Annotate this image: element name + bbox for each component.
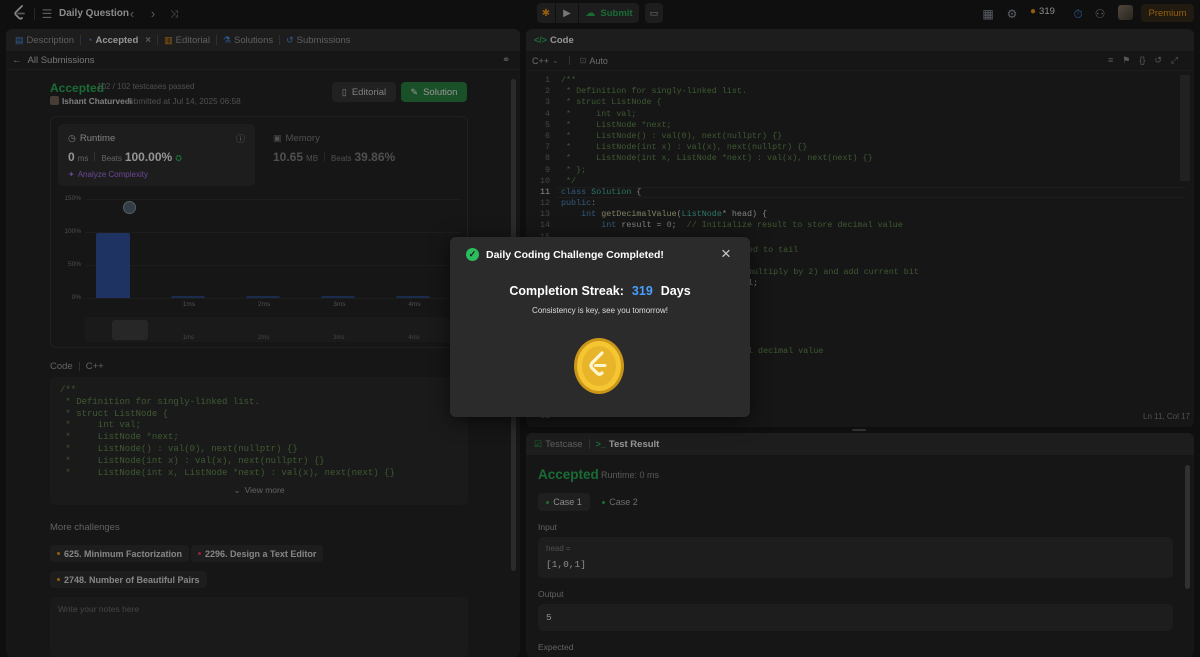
- streak-unit: Days: [660, 284, 691, 298]
- modal-title: Daily Coding Challenge Completed!: [486, 248, 664, 261]
- streak-label: Completion Streak:: [509, 284, 624, 298]
- streak-value: 319: [631, 284, 653, 298]
- modal-message: Consistency is key, see you tomorrow!: [532, 306, 668, 315]
- coin-icon: [573, 337, 625, 395]
- completion-modal: ✓ Daily Coding Challenge Completed! × Co…: [450, 237, 750, 417]
- close-icon[interactable]: ×: [721, 245, 731, 262]
- check-circle-icon: ✓: [466, 248, 479, 261]
